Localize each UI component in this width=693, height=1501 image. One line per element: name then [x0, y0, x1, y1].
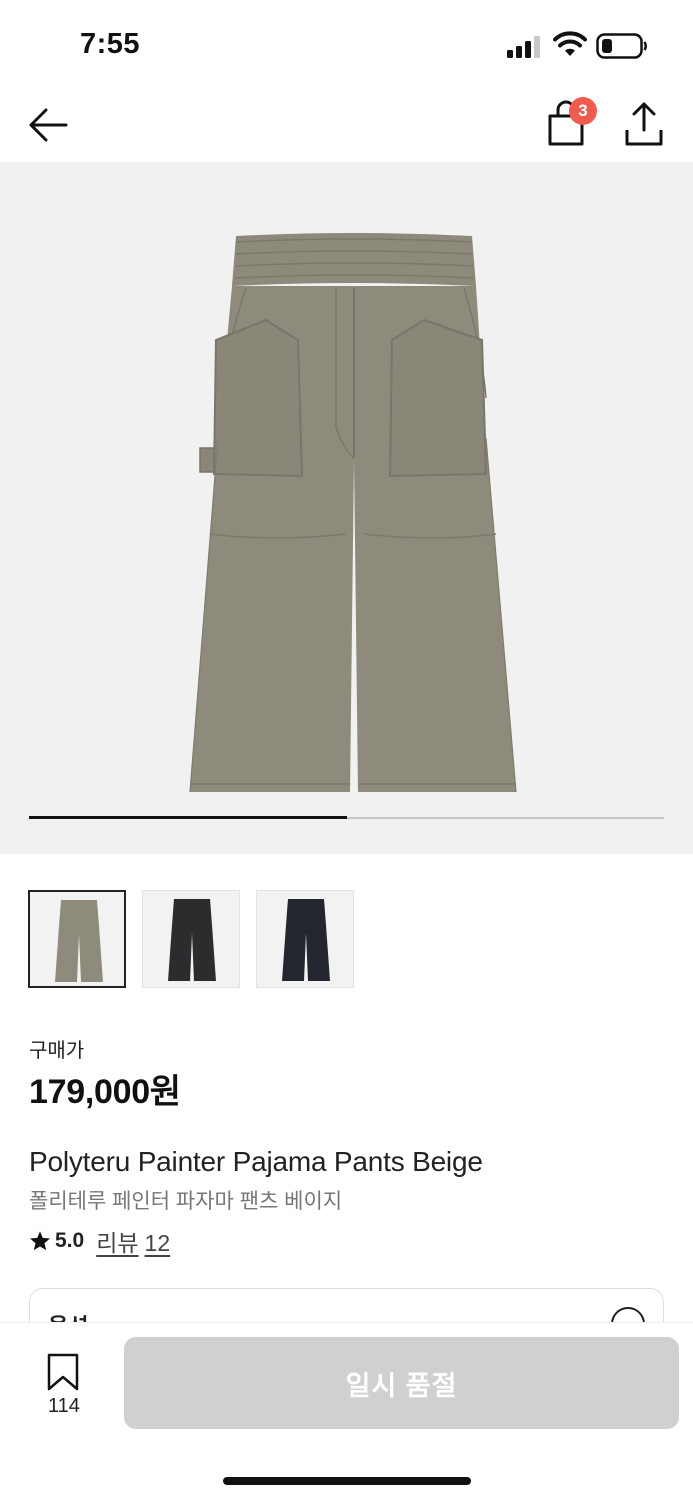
sold-out-button[interactable]: 일시 품절 [124, 1337, 679, 1429]
review-link[interactable]: 리뷰 12 [96, 1224, 170, 1258]
product-image-pants [189, 233, 517, 793]
bookmark-button[interactable]: 114 [36, 1351, 92, 1417]
product-name-ko: 폴리테루 페인터 파자마 팬츠 베이지 [29, 1190, 343, 1213]
bookmark-icon [47, 1353, 79, 1391]
price-value: 179,000원 [29, 1073, 181, 1111]
thumbnail-black[interactable] [142, 890, 240, 988]
status-bar: 7:55 [0, 0, 693, 90]
color-thumbnails [28, 890, 428, 990]
star-icon [30, 1231, 50, 1251]
gallery-progress-track [29, 816, 664, 819]
wifi-icon [553, 31, 587, 56]
product-image-gallery[interactable] [0, 162, 693, 854]
battery-icon [596, 33, 647, 59]
home-indicator [223, 1477, 471, 1485]
cart-count-badge: 3 [569, 97, 597, 125]
product-name-en: Polyteru Painter Pajama Pants Beige [29, 1146, 483, 1177]
thumbnail-pants-image [168, 899, 216, 981]
review-label: 리뷰 [96, 1230, 139, 1256]
thumbnail-pants-image [282, 899, 330, 981]
bottom-action-bar: 114 일시 품절 [0, 1322, 693, 1501]
back-arrow-icon[interactable] [26, 102, 72, 148]
rating-value: 5.0 [55, 1229, 85, 1252]
bookmark-count: 114 [48, 1395, 80, 1417]
price-label: 구매가 [29, 1040, 85, 1062]
review-count: 12 [144, 1230, 171, 1256]
share-upload-icon[interactable] [622, 100, 666, 148]
thumbnail-navy[interactable] [256, 890, 354, 988]
thumbnail-beige[interactable] [28, 890, 126, 988]
rating-row: 5.0 리뷰 12 [29, 1226, 170, 1256]
gallery-progress-indicator [29, 816, 347, 819]
thumbnail-pants-image [55, 900, 103, 982]
signal-icon [507, 36, 540, 58]
status-time: 7:55 [80, 28, 141, 60]
